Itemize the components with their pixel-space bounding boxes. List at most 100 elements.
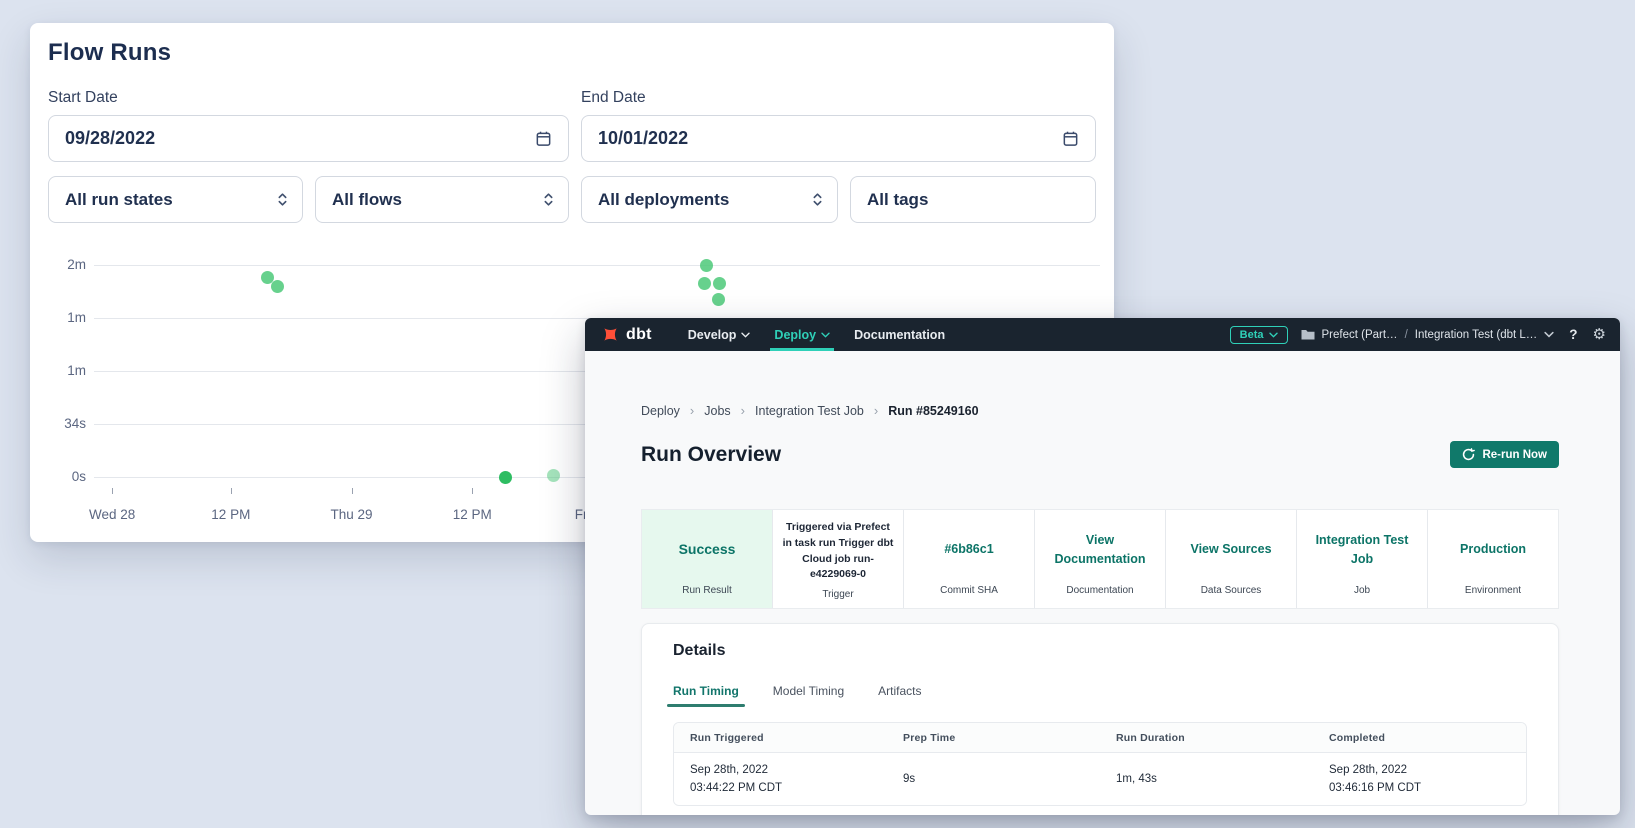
dbt-cloud-window: dbt Develop Deploy Documentation (585, 318, 1620, 815)
summary-card-job: Integration Test Job Job (1297, 510, 1428, 608)
environment-label: Environment (1436, 585, 1550, 596)
run-timing-table: Run Triggered Prep Time Run Duration Com… (673, 722, 1527, 806)
help-icon[interactable]: ? (1567, 327, 1579, 342)
x-axis-tick-mark (352, 488, 353, 494)
view-documentation-link[interactable]: View Documentation (1043, 520, 1157, 579)
y-axis-tick-label: 1m (30, 363, 86, 378)
end-date-input[interactable] (581, 115, 1096, 162)
chevron-down-icon (1269, 332, 1278, 338)
header-prep-time: Prep Time (887, 723, 1100, 752)
tab-artifacts[interactable]: Artifacts (878, 684, 921, 707)
prep-time-value: 9s (903, 770, 1100, 788)
select-chevrons-icon (277, 191, 288, 208)
details-title: Details (673, 642, 1527, 660)
x-axis-tick-mark (231, 488, 232, 494)
summary-card-commit-sha: #6b86c1 Commit SHA (904, 510, 1035, 608)
cell-run-triggered: Sep 28th, 2022 03:44:22 PM CDT (674, 753, 887, 805)
select-chevrons-icon (812, 191, 823, 208)
flow-run-point[interactable] (700, 259, 713, 272)
header-run-duration: Run Duration (1100, 723, 1313, 752)
rerun-now-button[interactable]: Re-run Now (1450, 441, 1559, 468)
chevron-down-icon (821, 332, 830, 338)
run-result-label: Run Result (650, 585, 764, 596)
select-chevrons-icon (543, 191, 554, 208)
beta-label: Beta (1240, 329, 1264, 341)
commit-sha-link[interactable]: #6b86c1 (912, 520, 1026, 579)
completed-time: 03:46:16 PM CDT (1329, 779, 1526, 797)
header-completed: Completed (1313, 723, 1526, 752)
tab-run-timing[interactable]: Run Timing (673, 684, 739, 707)
cell-run-duration: 1m, 43s (1100, 753, 1313, 805)
run-summary-cards: Success Run Result Triggered via Prefect… (641, 509, 1559, 609)
chevron-down-icon (1544, 331, 1554, 338)
page-title: Run Overview (641, 443, 781, 467)
job-link[interactable]: Integration Test Job (1305, 520, 1419, 579)
x-axis-tick-label: 12 PM (186, 507, 276, 522)
flow-run-point[interactable] (547, 469, 560, 482)
run-result-value: Success (650, 520, 764, 579)
flow-run-point[interactable] (712, 293, 725, 306)
nav-item-label: Deploy (774, 328, 816, 342)
breadcrumb: Deploy › Jobs › Integration Test Job › R… (641, 403, 979, 418)
flow-run-point[interactable] (713, 277, 726, 290)
end-date-label: End Date (581, 89, 646, 107)
x-axis-tick-label: Wed 28 (67, 507, 157, 522)
chevron-down-icon (741, 332, 750, 338)
start-date-value[interactable] (65, 128, 455, 149)
folder-icon (1301, 329, 1315, 340)
breadcrumb-deploy[interactable]: Deploy (641, 404, 680, 418)
summary-card-trigger: Triggered via Prefect in task run Trigge… (773, 510, 904, 608)
flows-filter[interactable]: All flows (315, 176, 569, 223)
job-label: Job (1305, 585, 1419, 596)
calendar-icon[interactable] (1062, 130, 1079, 147)
beta-dropdown[interactable]: Beta (1230, 326, 1288, 344)
x-axis-tick-mark (472, 488, 473, 494)
flow-run-point[interactable] (698, 277, 711, 290)
start-date-input[interactable] (48, 115, 569, 162)
flow-runs-title: Flow Runs (48, 39, 171, 67)
trigger-value: Triggered via Prefect in task run Trigge… (781, 520, 895, 583)
table-header-row: Run Triggered Prep Time Run Duration Com… (674, 723, 1526, 753)
calendar-icon[interactable] (535, 130, 552, 147)
completed-date: Sep 28th, 2022 (1329, 761, 1526, 779)
run-triggered-date: Sep 28th, 2022 (690, 761, 887, 779)
dbt-body: Deploy › Jobs › Integration Test Job › R… (585, 351, 1620, 815)
start-date-label: Start Date (48, 89, 118, 107)
flow-run-point[interactable] (271, 280, 284, 293)
dbt-navbar: dbt Develop Deploy Documentation (585, 318, 1620, 351)
details-card: Details Run Timing Model Timing Artifact… (641, 623, 1559, 815)
flow-run-point[interactable] (499, 471, 512, 484)
breadcrumb-integration-test-job[interactable]: Integration Test Job (755, 404, 864, 418)
view-sources-link[interactable]: View Sources (1174, 520, 1288, 579)
gear-icon[interactable]: ⚙ (1593, 327, 1606, 342)
y-axis-tick-label: 34s (30, 416, 86, 431)
refresh-icon (1462, 448, 1475, 461)
tab-model-timing[interactable]: Model Timing (773, 684, 844, 707)
nav-item-deploy[interactable]: Deploy (762, 318, 842, 351)
tags-filter[interactable]: All tags (850, 176, 1096, 223)
project-environment-switcher[interactable]: Prefect (Part… / Integration Test (dbt L… (1301, 329, 1555, 341)
table-row: Sep 28th, 2022 03:44:22 PM CDT 9s 1m, 43… (674, 753, 1526, 805)
run-states-filter[interactable]: All run states (48, 176, 303, 223)
cell-completed: Sep 28th, 2022 03:46:16 PM CDT (1313, 753, 1526, 805)
deployments-filter[interactable]: All deployments (581, 176, 838, 223)
environment-link[interactable]: Production (1436, 520, 1550, 579)
project-env-separator: / (1405, 329, 1408, 341)
dbt-logo[interactable]: dbt (600, 318, 652, 351)
details-tabs: Run Timing Model Timing Artifacts (673, 684, 1527, 707)
flow-runs-chart-ylabels: 2m1m1m34s0s (30, 265, 86, 477)
tags-filter-label: All tags (867, 190, 928, 210)
end-date-value[interactable] (598, 128, 983, 149)
breadcrumb-separator: › (874, 403, 878, 418)
breadcrumb-jobs[interactable]: Jobs (704, 404, 730, 418)
dbt-logo-icon (600, 324, 621, 345)
nav-item-develop[interactable]: Develop (676, 318, 763, 351)
y-axis-tick-label: 2m (30, 257, 86, 272)
dbt-logo-text: dbt (626, 326, 652, 344)
rerun-now-label: Re-run Now (1482, 449, 1547, 461)
x-axis-tick-mark (112, 488, 113, 494)
breadcrumb-separator: › (741, 403, 745, 418)
nav-item-documentation[interactable]: Documentation (842, 318, 957, 351)
run-states-filter-label: All run states (65, 190, 173, 210)
summary-card-environment: Production Environment (1428, 510, 1558, 608)
